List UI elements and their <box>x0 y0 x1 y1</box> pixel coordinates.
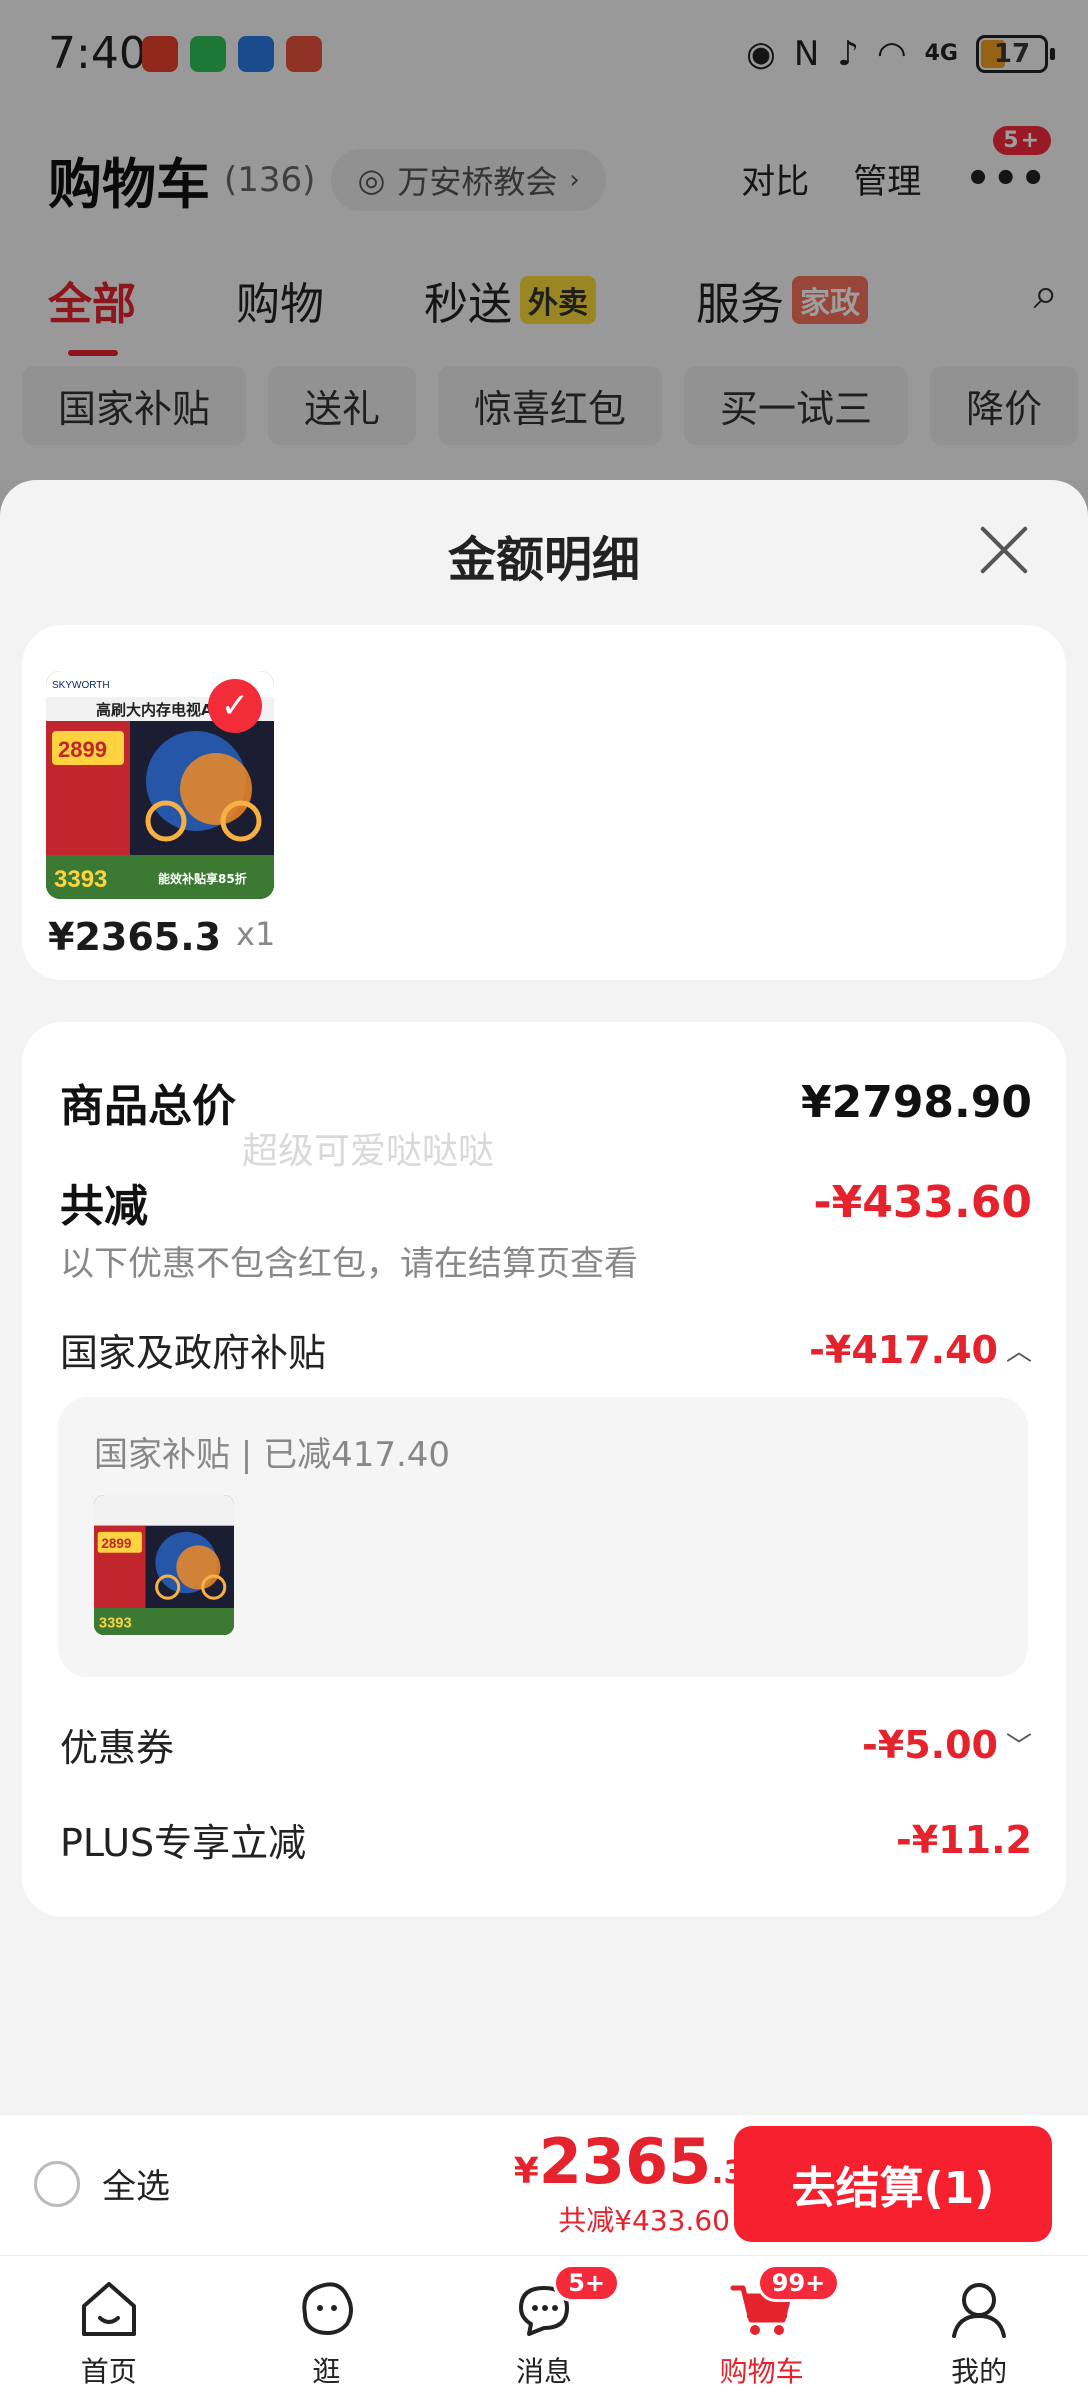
subsidy-value-group: -¥417.40 ︿ <box>809 1328 1032 1372</box>
thumb-bottom-price: 3393 <box>99 1616 132 1632</box>
nav-item-messages[interactable]: 5+ 消息 <box>435 2256 653 2400</box>
nav-item-profile[interactable]: 我的 <box>870 2256 1088 2400</box>
discount-row: 共减 -¥433.60 <box>60 1170 1032 1234</box>
product-quantity: x1 <box>236 915 276 953</box>
thumb-tag: 能效补贴享85折 <box>158 871 247 886</box>
explore-icon <box>302 2282 354 2335</box>
subsidy-value: -¥417.40 <box>809 1327 998 1372</box>
checkout-button[interactable]: 去结算(1) <box>734 2126 1052 2242</box>
subsidy-label: 国家及政府补贴 <box>60 1331 327 1375</box>
thumb-bottom-price: 3393 <box>54 866 107 893</box>
nav-label: 逛 <box>312 2355 341 2388</box>
profile-icon <box>952 2283 1007 2338</box>
coupon-value-group: -¥5.00 ﹀ <box>862 1723 1032 1767</box>
subsidy-detail-label: 国家补贴 | 已减417.40 <box>94 1435 451 1475</box>
product-price: ¥2365.3 <box>48 915 222 959</box>
total-label: 商品总价 <box>60 1081 236 1132</box>
close-icon[interactable] <box>976 522 1032 578</box>
discount-note: 以下优惠不包含红包，请在结算页查看 <box>60 1244 638 1284</box>
price-summary-card: 超级可爱哒哒哒 商品总价 ¥2798.90 共减 -¥433.60 以下优惠不包… <box>22 1022 1066 1917</box>
select-all-radio[interactable] <box>34 2160 80 2207</box>
coupon-label: 优惠券 <box>60 1726 175 1770</box>
sheet-title: 金额明细 <box>447 532 640 588</box>
thumb-price: 2899 <box>58 737 107 762</box>
product-card: SKYWORTH 高刷大内存电视A3F 2899 3393 能效补贴享85折 ✓… <box>22 625 1066 980</box>
bottom-navigation: 首页 逛 5+ 消息 99+ 购物车 我的 <box>0 2255 1088 2400</box>
total-discount-toggle[interactable]: 共减¥433.60 ﹀ <box>558 2199 760 2239</box>
price-integer: 2365 <box>538 2125 712 2198</box>
discount-label: 共减 <box>60 1181 148 1232</box>
checkout-bar: 全选 ¥ 2365 .30 共减¥433.60 ﹀ 去结算(1) <box>0 2115 1088 2255</box>
price-symbol: ¥ <box>513 2151 539 2192</box>
cart-badge: 99+ <box>756 2264 841 2302</box>
checkmark-icon[interactable]: ✓ <box>208 679 262 733</box>
plus-value: -¥11.2 <box>896 1817 1032 1862</box>
chevron-up-icon: ︿ <box>1005 1337 1032 1367</box>
amount-detail-sheet: 金额明细 SKYWORTH 高刷大内存电视A3F 2899 3393 能效补贴享… <box>0 480 1088 2115</box>
plus-row: PLUS专享立减 -¥11.2 <box>60 1812 1032 1867</box>
nav-item-home[interactable]: 首页 <box>0 2256 218 2400</box>
message-badge: 5+ <box>553 2264 620 2302</box>
nav-label: 我的 <box>951 2355 1008 2388</box>
plus-label: PLUS专享立减 <box>60 1821 307 1865</box>
total-discount-text: 共减¥433.60 <box>558 2204 730 2237</box>
total-price: ¥ 2365 .30 <box>514 2125 768 2198</box>
nav-label: 首页 <box>80 2355 137 2388</box>
total-value: ¥2798.90 <box>800 1076 1032 1128</box>
brand-text: SKYWORTH <box>52 680 110 691</box>
home-icon <box>81 2282 136 2336</box>
subsidy-row[interactable]: 国家及政府补贴 -¥417.40 ︿ <box>60 1322 1032 1377</box>
subsidy-product-thumbnail[interactable]: 2899 3393 <box>94 1495 234 1635</box>
chevron-down-icon: ﹀ <box>1005 1732 1032 1762</box>
nav-label: 消息 <box>515 2355 572 2388</box>
nav-item-cart[interactable]: 99+ 购物车 <box>653 2256 871 2400</box>
tv-product-image: 2899 3393 <box>94 1495 234 1635</box>
nav-label: 购物车 <box>719 2355 804 2388</box>
coupon-row[interactable]: 优惠券 -¥5.00 ﹀ <box>60 1717 1032 1772</box>
battery-level: 17 <box>993 39 1031 69</box>
select-all-label: 全选 <box>102 2167 170 2207</box>
nav-item-explore[interactable]: 逛 <box>218 2256 436 2400</box>
select-all-toggle[interactable]: 全选 <box>34 2159 170 2208</box>
total-row: 商品总价 ¥2798.90 <box>60 1070 1032 1134</box>
coupon-value: -¥5.00 <box>862 1722 998 1767</box>
discount-value: -¥433.60 <box>813 1176 1032 1228</box>
thumb-price: 2899 <box>101 1536 131 1551</box>
subsidy-detail-box: 国家补贴 | 已减417.40 2899 3393 <box>58 1397 1028 1677</box>
